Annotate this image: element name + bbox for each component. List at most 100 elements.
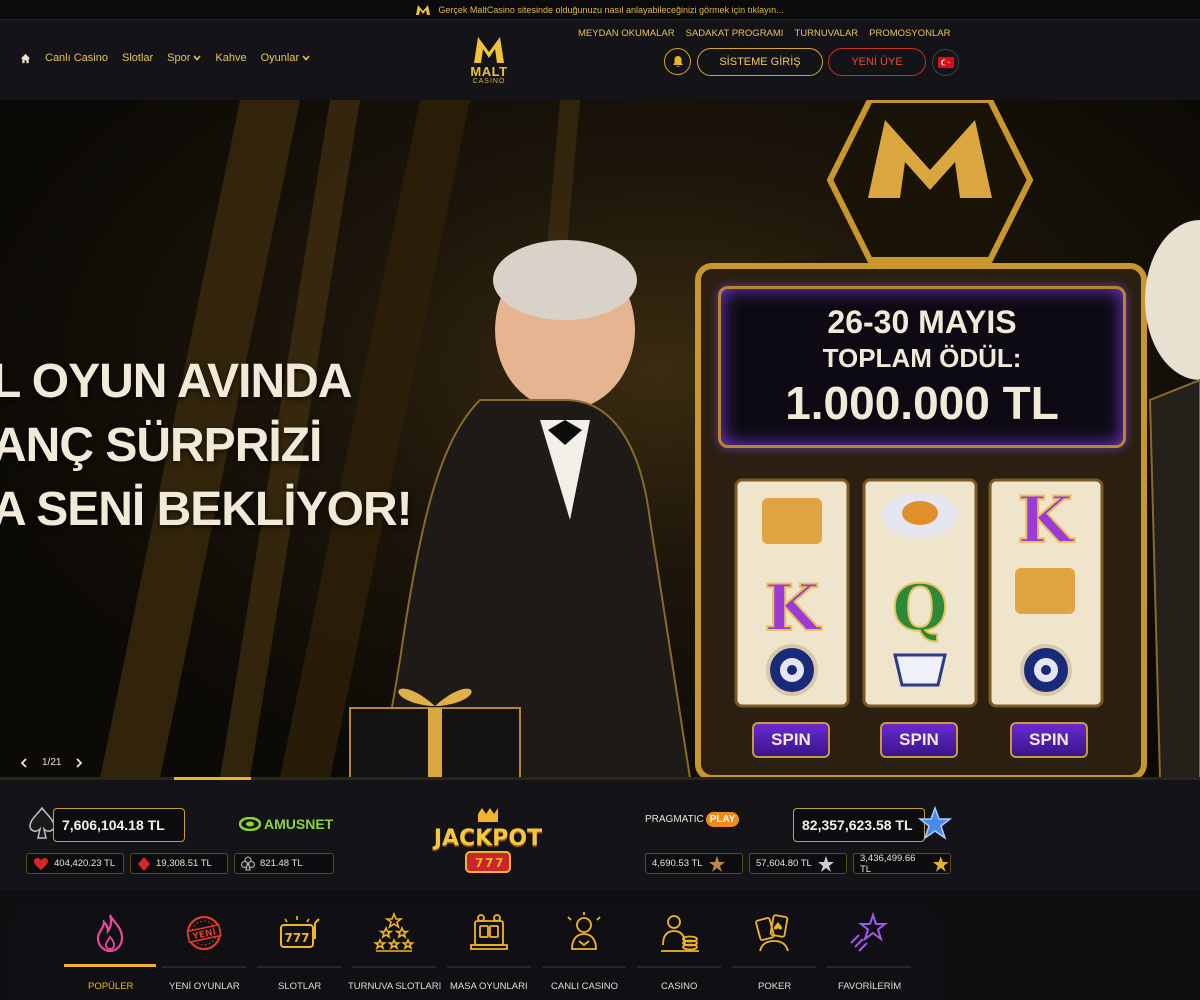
- tab-label: MASA OYUNLARI: [450, 981, 528, 992]
- tab-divider: [637, 966, 721, 968]
- login-button[interactable]: SİSTEME GİRİŞ: [697, 48, 823, 76]
- svg-text:7: 7: [485, 856, 493, 870]
- chevron-down-icon: [302, 55, 310, 61]
- tab-poker[interactable]: POKER: [728, 902, 820, 1000]
- top-links: MEYDAN OKUMALAR SADAKAT PROGRAMI TURNUVA…: [578, 28, 950, 39]
- tab-label: YENİ OYUNLAR: [169, 981, 240, 992]
- amusnet-hearts-jackpot: 404,420.23 TL: [26, 853, 124, 874]
- home-icon[interactable]: [20, 53, 31, 64]
- tab-slotlar[interactable]: 777 SLOTLAR: [253, 902, 345, 1000]
- hero-banner[interactable]: K Q K L OYUN AVINDA ANÇ SÜRPRİZİ A SENİ …: [0, 100, 1200, 778]
- casino-chips-icon: [661, 915, 699, 952]
- silver-star-icon: [817, 855, 834, 872]
- amusnet-brand-text: AMUSNET: [264, 816, 334, 832]
- pragmatic-play-badge: PLAY: [705, 812, 740, 827]
- chevron-right-icon[interactable]: [75, 757, 83, 768]
- jackpot-value: 57,604.80 TL: [756, 858, 812, 869]
- fire-icon: [96, 914, 124, 953]
- tab-label: FAVORİLERİM: [838, 981, 902, 992]
- pragmatic-brand: PRAGMATIC PLAY: [645, 812, 740, 827]
- amusnet-brand: AMUSNET: [239, 816, 333, 832]
- register-button[interactable]: YENİ ÜYE: [828, 48, 926, 76]
- hero-line: ANÇ SÜRPRİZİ: [0, 419, 322, 472]
- tab-label: TURNUVA SLOTLARI: [348, 981, 442, 992]
- nav-label: Slotlar: [121, 52, 154, 64]
- nav-item-canli-casino[interactable]: Canlı Casino: [45, 52, 108, 64]
- amusnet-clubs-jackpot: 821.48 TL: [234, 853, 334, 874]
- tab-favorilerim[interactable]: FAVORİLERİM: [823, 902, 915, 1000]
- jackpot-value: 4,690.53 TL: [652, 858, 703, 869]
- hero-headline: L OYUN AVINDA ANÇ SÜRPRİZİ A SENİ BEKLİY…: [0, 350, 413, 542]
- language-button[interactable]: [932, 49, 959, 76]
- pragmatic-gold-jackpot: 3,436,499.66 TL: [853, 852, 951, 875]
- nav-item-kahve[interactable]: Kahve: [215, 52, 246, 64]
- tab-label: SLOTLAR: [278, 981, 322, 992]
- pragmatic-main-jackpot: 82,357,623.58 TL: [793, 808, 925, 842]
- notice-text[interactable]: Gerçek MaltCasino sitesinde olduğunuzu n…: [438, 5, 783, 15]
- nav-item-oyunlar[interactable]: Oyunlar: [261, 52, 311, 64]
- stars-pyramid-icon: [373, 911, 415, 952]
- logo-subtitle: CASINO: [472, 78, 506, 85]
- hero-line: A SENİ BEKLİYOR!: [0, 483, 413, 536]
- notice-bar[interactable]: Gerçek MaltCasino sitesinde olduğunuzu n…: [0, 0, 1200, 26]
- live-dealer-icon: [567, 912, 601, 950]
- promo-dates: 26-30 MAYIS: [827, 304, 1017, 340]
- link-promosyonlar[interactable]: PROMOSYONLAR: [869, 28, 950, 39]
- tab-yeni-oyunlar[interactable]: YENİ YENİ OYUNLAR: [158, 902, 250, 1000]
- svg-text:777: 777: [284, 931, 309, 945]
- tab-populer[interactable]: POPÜLER: [64, 902, 156, 1000]
- jackpot-logo-text: JACKPOT: [433, 826, 543, 851]
- tab-label: CANLI CASINO: [551, 981, 619, 992]
- tab-casino[interactable]: CASINO: [633, 902, 725, 1000]
- svg-text:7: 7: [475, 856, 483, 870]
- heart-icon: [34, 857, 48, 870]
- bell-icon: [672, 56, 683, 67]
- tab-divider: [162, 966, 246, 968]
- spin-label: SPIN: [880, 722, 958, 758]
- tab-label: POPÜLER: [88, 981, 134, 992]
- spade-icon: [29, 806, 55, 839]
- amusnet-diamonds-jackpot: 19,308.51 TL: [130, 853, 228, 874]
- slot-777-icon: 777: [280, 916, 320, 948]
- main-nav: Canlı Casino Slotlar Spor Kahve Oyunlar: [20, 52, 310, 64]
- amusnet-main-jackpot: 7,606,104.18 TL: [53, 808, 185, 842]
- jackpot-value: 3,436,499.66 TL: [860, 852, 916, 875]
- prize-amount: 1.000.000 TL: [785, 377, 1059, 429]
- header: Canlı Casino Slotlar Spor Kahve Oyunlar …: [0, 20, 1200, 108]
- slider-pager: 1/21: [20, 757, 83, 768]
- jackpot-value: 404,420.23 TL: [54, 858, 116, 869]
- tab-label: POKER: [758, 981, 792, 992]
- logo-wordmark: MALT: [470, 64, 508, 79]
- chevron-left-icon[interactable]: [20, 757, 28, 768]
- jackpot-value: 19,308.51 TL: [156, 858, 212, 869]
- tab-divider: [732, 966, 816, 968]
- link-meydan-okumalar[interactable]: MEYDAN OKUMALAR: [578, 28, 675, 39]
- pragmatic-bronze-jackpot: 4,690.53 TL: [645, 853, 743, 874]
- tab-label: CASINO: [661, 981, 698, 992]
- notifications-button[interactable]: [664, 48, 691, 75]
- prize-label: TOPLAM ÖDÜL:: [822, 343, 1022, 373]
- site-logo[interactable]: MALT CASINO: [453, 28, 525, 108]
- link-sadakat-programi[interactable]: SADAKAT PROGRAMI: [686, 28, 784, 39]
- bronze-star-icon: [708, 855, 725, 872]
- pragmatic-brand-text: PRAGMATIC: [645, 814, 704, 825]
- malt-logo-icon: [474, 37, 504, 63]
- tab-turnuva-slotlari[interactable]: TURNUVA SLOTLARI: [348, 902, 442, 1000]
- diamond-icon: [138, 856, 150, 871]
- tab-canli-casino[interactable]: CANLI CASINO: [538, 902, 630, 1000]
- nav-label: Spor: [167, 52, 191, 64]
- nav-item-slotlar[interactable]: Slotlar: [122, 52, 153, 64]
- tab-divider: [257, 966, 341, 968]
- favorite-star-icon: [850, 911, 888, 952]
- jackpot-value: 821.48 TL: [260, 858, 303, 869]
- malt-logo-icon: [416, 4, 431, 15]
- chevron-down-icon: [193, 55, 202, 61]
- spin-label: SPIN: [1010, 722, 1088, 758]
- tab-divider: [447, 966, 531, 968]
- svg-text:K: K: [764, 571, 822, 646]
- jackpot-section: 7,606,104.18 TL 404,420.23 TL 19,308.51 …: [0, 780, 1200, 890]
- tab-divider: [827, 966, 911, 968]
- link-turnuvalar[interactable]: TURNUVALAR: [794, 28, 858, 39]
- nav-item-spor[interactable]: Spor: [167, 52, 202, 64]
- tab-masa-oyunlari[interactable]: MASA OYUNLARI: [443, 902, 535, 1000]
